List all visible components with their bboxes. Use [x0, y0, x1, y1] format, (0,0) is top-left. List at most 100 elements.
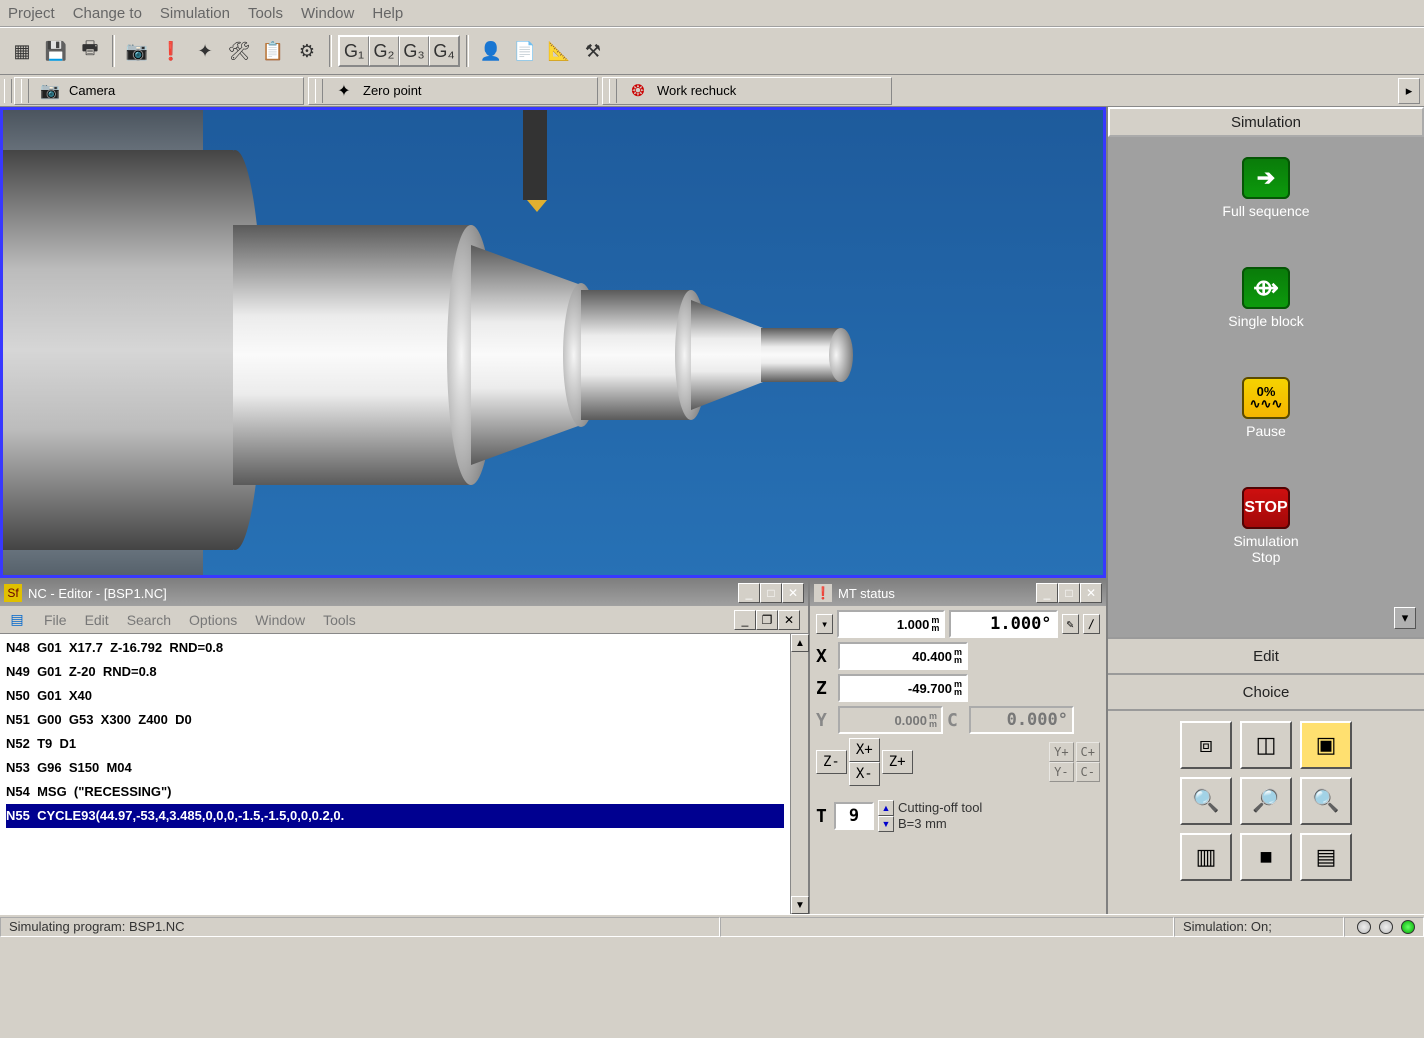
mt-dropdown-button[interactable]: ▾	[816, 614, 833, 634]
editor-close-button[interactable]: ✕	[782, 583, 804, 603]
g1-icon[interactable]: G₁	[339, 36, 369, 66]
mt-edit1-icon[interactable]: ✎	[1062, 614, 1079, 634]
code-line[interactable]: N49 G01 Z-20 RND=0.8	[6, 660, 784, 684]
mt-min-button[interactable]: _	[1036, 583, 1058, 603]
play-icon: ➔	[1242, 157, 1290, 199]
menu-tools[interactable]: Tools	[248, 5, 283, 22]
status-right: Simulation: On;	[1174, 917, 1344, 937]
measure-icon[interactable]: 📐	[543, 35, 575, 67]
ed-doc-restore-button[interactable]: ❐	[756, 610, 778, 630]
x-value: 40.400m m	[838, 642, 968, 670]
clipboard-icon[interactable]: 📄	[509, 35, 541, 67]
split-h-icon[interactable]: ▥	[1180, 833, 1232, 881]
code-line[interactable]: N50 G01 X40	[6, 684, 784, 708]
mt-max-button[interactable]: □	[1058, 583, 1080, 603]
ed-doc-min-button[interactable]: _	[734, 610, 756, 630]
ed-doc-close-button[interactable]: ✕	[778, 610, 800, 630]
menu-changeto[interactable]: Change to	[73, 5, 142, 22]
z-minus-button[interactable]: Z-	[816, 750, 847, 774]
menu-window[interactable]: Window	[301, 5, 354, 22]
c-value: 0.000°	[969, 706, 1074, 734]
simulation-viewport[interactable]	[0, 107, 1106, 578]
g4-icon[interactable]: G₄	[429, 36, 459, 66]
ed-menu-search[interactable]: Search	[127, 612, 171, 628]
t-up-button[interactable]: ▲	[878, 800, 894, 816]
tool-dim: B=3 mm	[898, 816, 982, 832]
menu-simulation[interactable]: Simulation	[160, 5, 230, 22]
scroll-down-button[interactable]: ▼	[791, 896, 809, 914]
alert-icon[interactable]: ❗	[155, 35, 187, 67]
editor-titlebar[interactable]: Sf NC - Editor - [BSP1.NC] _ □ ✕	[0, 580, 808, 606]
mt-ratio1: 1.000m m	[837, 610, 945, 638]
editor-max-button[interactable]: □	[760, 583, 782, 603]
sparkle-icon: ✦	[333, 81, 355, 101]
g3-icon[interactable]: G₃	[399, 36, 429, 66]
zero-tool-icon[interactable]: ✦	[189, 35, 221, 67]
machine-icon[interactable]: 🛠	[223, 35, 255, 67]
ed-menu-window[interactable]: Window	[255, 612, 305, 628]
print-icon[interactable]: 🖶	[74, 35, 106, 67]
view-solid-icon[interactable]: ◫	[1240, 721, 1292, 769]
split-single-icon[interactable]: ■	[1240, 833, 1292, 881]
menu-help[interactable]: Help	[372, 5, 403, 22]
choice-button[interactable]: Choice	[1108, 673, 1424, 709]
ed-menu-file[interactable]: File	[44, 612, 67, 628]
user-icon[interactable]: 👤	[475, 35, 507, 67]
editor-scrollbar[interactable]: ▲ ▼	[790, 634, 808, 914]
c-plus-button[interactable]: C+	[1076, 742, 1100, 762]
scroll-up-button[interactable]: ▲	[791, 634, 809, 652]
sim-more-button[interactable]: ▾	[1394, 607, 1416, 629]
tools2-icon[interactable]: ⚒	[577, 35, 609, 67]
view-wire-icon[interactable]: ⧈	[1180, 721, 1232, 769]
x-minus-button[interactable]: X-	[849, 762, 880, 786]
code-line[interactable]: N53 G96 S150 M04	[6, 756, 784, 780]
zoom-fit-icon[interactable]: 🔍	[1180, 777, 1232, 825]
gears-icon[interactable]: ⚙	[291, 35, 323, 67]
code-line[interactable]: N52 T9 D1	[6, 732, 784, 756]
zoom-in-icon[interactable]: 🔎	[1240, 777, 1292, 825]
editor-min-button[interactable]: _	[738, 583, 760, 603]
menu-project[interactable]: Project	[8, 5, 55, 22]
edit-button[interactable]: Edit	[1108, 637, 1424, 673]
pause-button[interactable]: 0%∿∿∿ Pause	[1242, 377, 1290, 439]
y-minus-button[interactable]: Y-	[1049, 762, 1073, 782]
y-plus-button[interactable]: Y+	[1049, 742, 1073, 762]
editor-menubar: ▤ File Edit Search Options Window Tools …	[0, 606, 808, 634]
single-block-button[interactable]: ⟴ Single block	[1228, 267, 1304, 329]
tab-zero[interactable]: ✦ Zero point	[308, 77, 598, 105]
checklist-icon[interactable]: 📋	[257, 35, 289, 67]
full-sequence-button[interactable]: ➔ Full sequence	[1222, 157, 1309, 219]
ed-menu-tools[interactable]: Tools	[323, 612, 356, 628]
split-v-icon[interactable]: ▤	[1300, 833, 1352, 881]
mt-close-button[interactable]: ✕	[1080, 583, 1102, 603]
camera-icon[interactable]: 📷	[121, 35, 153, 67]
t-down-button[interactable]: ▼	[878, 816, 894, 832]
t-value[interactable]: 9	[834, 802, 874, 830]
code-line[interactable]: N54 MSG ("RECESSING")	[6, 780, 784, 804]
z-plus-button[interactable]: Z+	[882, 750, 913, 774]
grid-icon[interactable]: ▦	[6, 35, 38, 67]
nc-code-editor[interactable]: N48 G01 X17.7 Z-16.792 RND=0.8 N49 G01 Z…	[0, 634, 790, 914]
stop-button[interactable]: STOP Simulation Stop	[1233, 487, 1298, 565]
view-palette: ⧈ ◫ ▣ 🔍 🔎 🔍 ▥ ■ ▤	[1108, 709, 1424, 938]
mt-edit2-icon[interactable]: ∕	[1083, 614, 1100, 634]
view-shaded-icon[interactable]: ▣	[1300, 721, 1352, 769]
code-line-selected[interactable]: N55 CYCLE93(44.97,-53,4,3.485,0,0,0,-1.5…	[6, 804, 784, 828]
zoom-out-icon[interactable]: 🔍	[1300, 777, 1352, 825]
mt-status-panel: ❗ MT status _ □ ✕ ▾ 1.000m m 1.000° ✎ ∕ …	[810, 580, 1106, 938]
x-plus-button[interactable]: X+	[849, 738, 880, 762]
tab-camera[interactable]: 📷 Camera	[14, 77, 304, 105]
ed-menu-edit[interactable]: Edit	[85, 612, 109, 628]
c-minus-button[interactable]: C-	[1076, 762, 1100, 782]
mt-titlebar[interactable]: ❗ MT status _ □ ✕	[810, 580, 1106, 606]
ed-menu-options[interactable]: Options	[189, 612, 237, 628]
main-toolbar: ▦ 💾 🖶 📷 ❗ ✦ 🛠 📋 ⚙ G₁ G₂ G₃ G₄ 👤 📄 📐 ⚒	[0, 27, 1424, 75]
tab-workrechuck[interactable]: ❂ Work rechuck	[602, 77, 892, 105]
code-line[interactable]: N51 G00 G53 X300 Z400 D0	[6, 708, 784, 732]
g2-icon[interactable]: G₂	[369, 36, 399, 66]
tabs-more-button[interactable]: ▸	[1398, 78, 1420, 104]
y-label: Y	[816, 710, 834, 731]
save-icon[interactable]: 💾	[40, 35, 72, 67]
simulation-panel: Simulation ➔ Full sequence ⟴ Single bloc…	[1108, 107, 1424, 637]
code-line[interactable]: N48 G01 X17.7 Z-16.792 RND=0.8	[6, 636, 784, 660]
